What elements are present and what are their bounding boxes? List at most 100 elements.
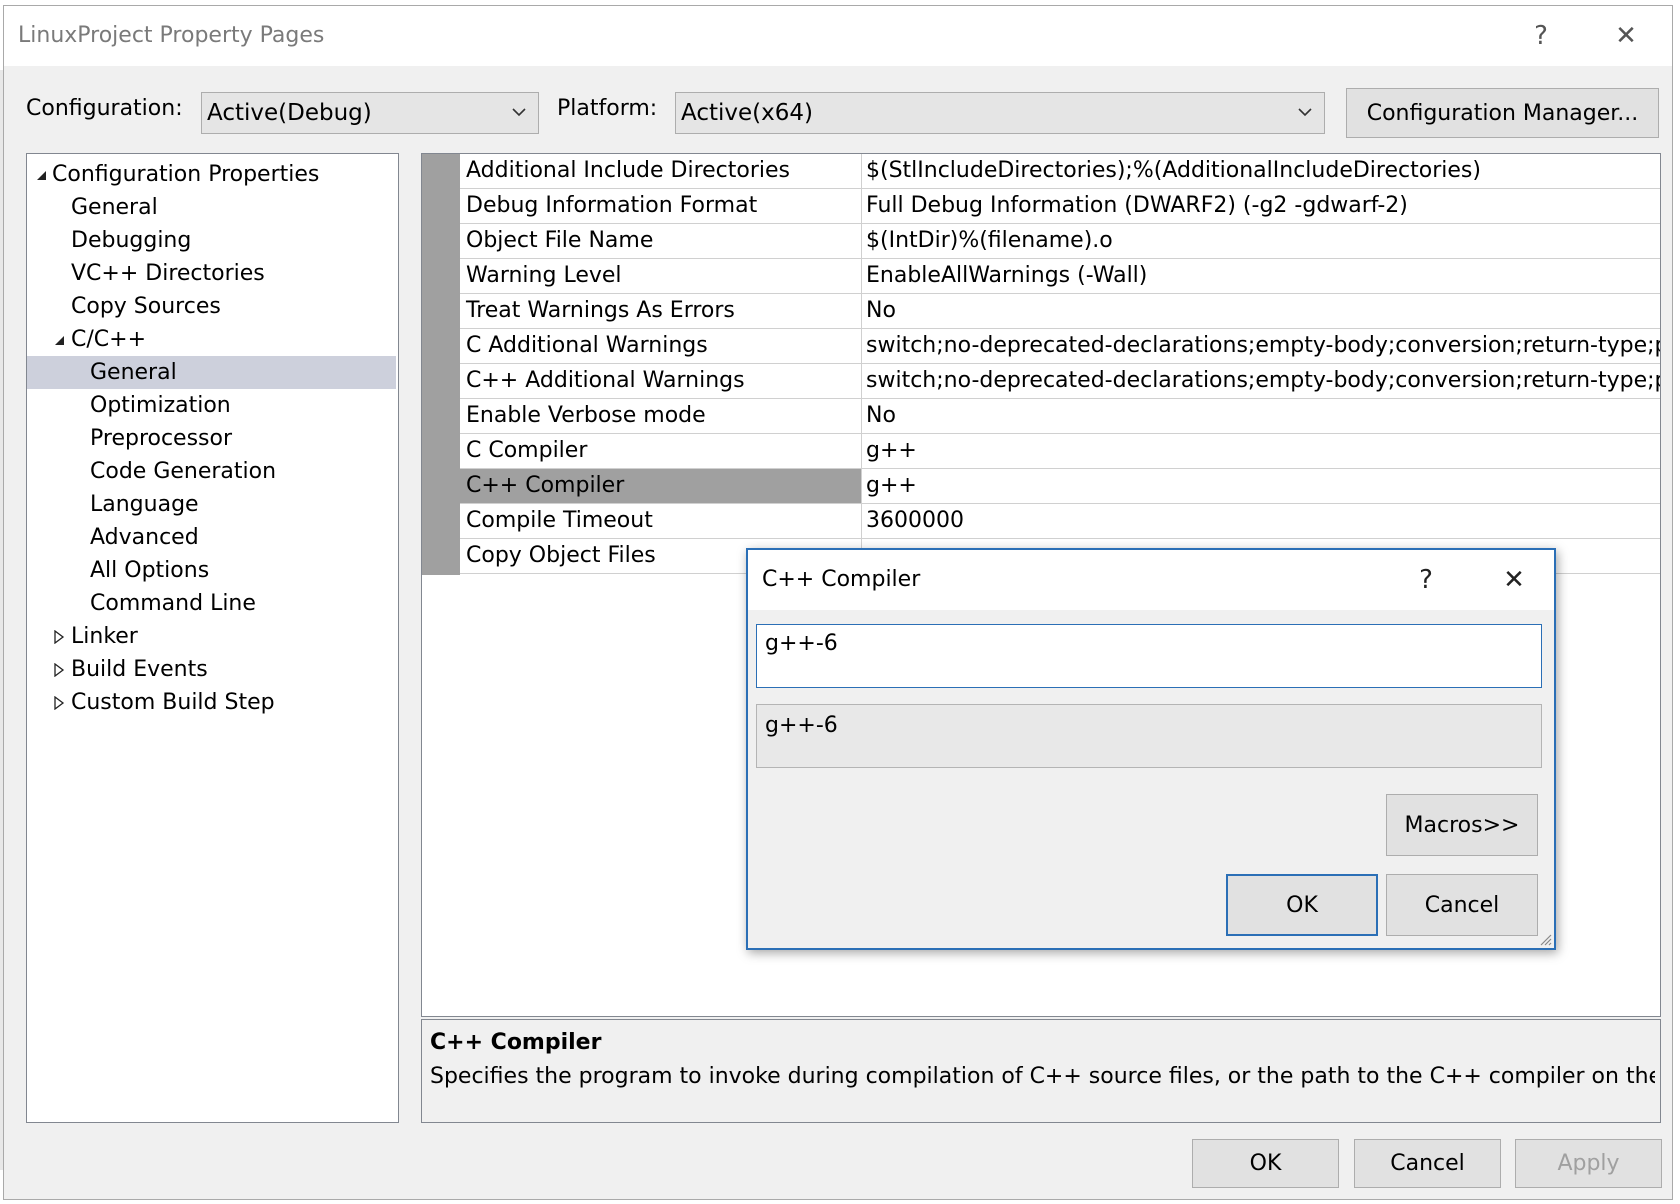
property-pages-window: LinuxProject Property Pages ? ✕ Configur… [3,5,1673,1200]
tree-item-label: General [90,360,177,385]
edit-dialog-title-bar: C++ Compiler ? ✕ [748,550,1554,610]
grid-row-selected[interactable]: C++ Compiler g++ [460,469,1660,504]
tree-item-copy-sources[interactable]: Copy Sources [27,290,396,323]
tree-item-custom-build-step[interactable]: Custom Build Step [27,686,396,719]
tree-item-label: Preprocessor [90,426,233,451]
tree-item-linker[interactable]: Linker [27,620,396,653]
grid-row[interactable]: C Additional Warnings switch;no-deprecat… [460,329,1660,364]
tree-item-general[interactable]: General [27,191,396,224]
evaluated-value-preview: g++-6 [756,704,1542,768]
tree-item-optimization[interactable]: Optimization [27,389,396,422]
grid-row[interactable]: C++ Additional Warnings switch;no-deprec… [460,364,1660,399]
cancel-button[interactable]: Cancel [1354,1139,1501,1188]
tree-item-label: Debugging [71,228,192,253]
property-value[interactable]: $(IntDir)%(filename).o [862,224,1660,258]
property-name: C++ Additional Warnings [460,364,862,398]
tree-item-label: All Options [90,558,210,583]
cpp-compiler-edit-dialog: C++ Compiler ? ✕ g++-6 Macros>> OK Cance… [746,548,1556,950]
tree-item-label: Code Generation [90,459,277,484]
macros-button[interactable]: Macros>> [1386,794,1538,856]
expanded-triangle-icon[interactable] [53,333,65,347]
close-icon: ✕ [1615,21,1637,51]
collapsed-triangle-icon[interactable] [53,696,65,710]
tree-item-preprocessor[interactable]: Preprocessor [27,422,396,455]
tree-item-label: VC++ Directories [71,261,265,286]
help-icon: ? [1534,21,1548,51]
tree-item-language[interactable]: Language [27,488,396,521]
grid-row[interactable]: Additional Include Directories $(StlIncl… [460,154,1660,189]
description-text: Specifies the program to invoke during c… [430,1064,1655,1089]
expanded-triangle-icon[interactable] [35,168,47,182]
grid-row[interactable]: C Compiler g++ [460,434,1660,469]
tree-item-label: Copy Sources [71,294,221,319]
configuration-value: Active(Debug) [207,100,372,126]
tree-item-cpp-general[interactable]: General [27,356,396,389]
property-value[interactable]: No [862,399,1660,433]
configuration-manager-button[interactable]: Configuration Manager... [1346,88,1659,138]
tree-item-debugging[interactable]: Debugging [27,224,396,257]
tree-item-label: Optimization [90,393,231,418]
resize-grip-icon[interactable] [1538,932,1552,946]
close-icon: ✕ [1503,565,1525,595]
grid-row[interactable]: Compile Timeout 3600000 [460,504,1660,539]
description-title: C++ Compiler [430,1030,602,1055]
grid-row[interactable]: Treat Warnings As Errors No [460,294,1660,329]
tree-item-command-line[interactable]: Command Line [27,587,396,620]
help-icon: ? [1419,565,1433,595]
configuration-dropdown[interactable]: Active(Debug) [201,92,539,134]
tree-item-label: Command Line [90,591,256,616]
tree-item-build-events[interactable]: Build Events [27,653,396,686]
property-value[interactable]: Full Debug Information (DWARF2) (-g2 -gd… [862,189,1660,223]
edit-dialog-help-button[interactable]: ? [1404,558,1448,602]
tree-item-label: General [71,195,158,220]
description-panel: C++ Compiler Specifies the program to in… [421,1019,1661,1123]
tree-item-vc-directories[interactable]: VC++ Directories [27,257,396,290]
tree-item-all-options[interactable]: All Options [27,554,396,587]
property-value[interactable]: No [862,294,1660,328]
property-name: Object File Name [460,224,862,258]
grid-gutter [422,154,460,575]
property-name: Enable Verbose mode [460,399,862,433]
edit-dialog-ok-button[interactable]: OK [1226,874,1378,936]
help-button[interactable]: ? [1519,16,1563,56]
grid-row[interactable]: Object File Name $(IntDir)%(filename).o [460,224,1660,259]
apply-button[interactable]: Apply [1515,1139,1662,1188]
property-name: Treat Warnings As Errors [460,294,862,328]
property-value[interactable]: g++ [862,434,1660,468]
close-button[interactable]: ✕ [1604,16,1648,56]
edit-dialog-cancel-button[interactable]: Cancel [1386,874,1538,936]
tree-item-advanced[interactable]: Advanced [27,521,396,554]
edit-dialog-title: C++ Compiler [762,567,921,592]
property-name: Debug Information Format [460,189,862,223]
compiler-value-input[interactable] [756,624,1542,688]
grid-row[interactable]: Warning Level EnableAllWarnings (-Wall) [460,259,1660,294]
property-name: Additional Include Directories [460,154,862,188]
property-value[interactable]: $(StlIncludeDirectories);%(AdditionalInc… [862,154,1660,188]
property-value[interactable]: g++ [862,469,1660,503]
tree-item-code-generation[interactable]: Code Generation [27,455,396,488]
grid-row[interactable]: Debug Information Format Full Debug Info… [460,189,1660,224]
property-value[interactable]: 3600000 [862,504,1660,538]
configuration-label: Configuration: [26,96,183,121]
window-title: LinuxProject Property Pages [18,23,325,48]
property-value[interactable]: EnableAllWarnings (-Wall) [862,259,1660,293]
edit-dialog-close-button[interactable]: ✕ [1492,558,1536,602]
grid-row[interactable]: Enable Verbose mode No [460,399,1660,434]
property-tree: Configuration Properties General Debuggi… [26,153,399,1123]
property-name: C Additional Warnings [460,329,862,363]
collapsed-triangle-icon[interactable] [53,630,65,644]
tree-item-label: Custom Build Step [71,690,275,715]
tree-item-c-cpp[interactable]: C/C++ [27,323,396,356]
tree-item-configuration-properties[interactable]: Configuration Properties [27,158,396,191]
ok-button[interactable]: OK [1192,1139,1339,1188]
platform-dropdown[interactable]: Active(x64) [675,92,1325,134]
title-bar: LinuxProject Property Pages ? ✕ [4,6,1672,66]
platform-label: Platform: [557,96,658,121]
chevron-down-icon [512,108,526,117]
property-value[interactable]: switch;no-deprecated-declarations;empty-… [862,329,1660,363]
tree-item-label: Language [90,492,199,517]
collapsed-triangle-icon[interactable] [53,663,65,677]
property-value[interactable]: switch;no-deprecated-declarations;empty-… [862,364,1660,398]
platform-value: Active(x64) [681,100,813,126]
tree-item-label: Configuration Properties [52,162,320,187]
